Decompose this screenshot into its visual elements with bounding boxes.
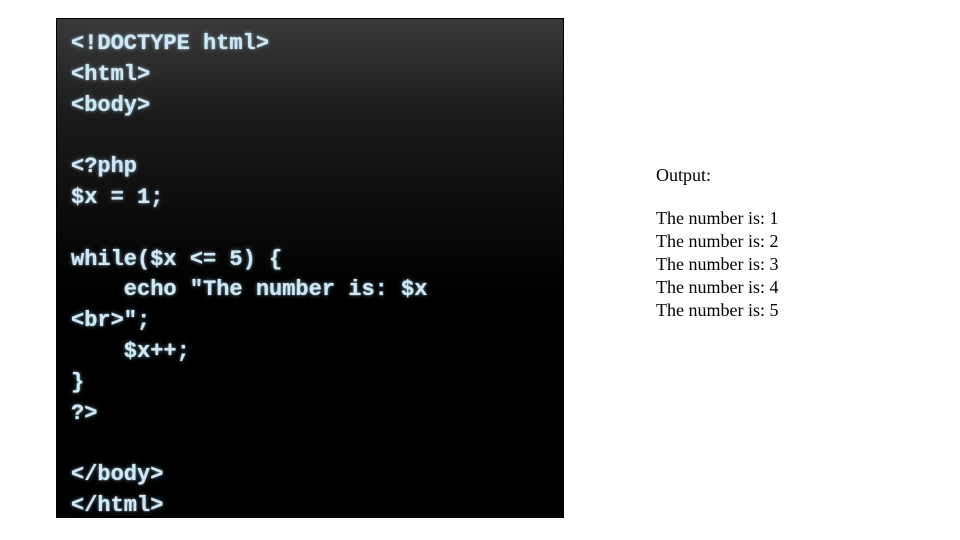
output-line: The number is: 3 (656, 253, 916, 276)
code-panel: <!DOCTYPE html> <html> <body> <?php $x =… (56, 18, 564, 518)
output-title: Output: (656, 164, 916, 187)
output-line: The number is: 5 (656, 299, 916, 322)
output-panel: Output: The number is: 1 The number is: … (656, 164, 916, 322)
output-line: The number is: 1 (656, 207, 916, 230)
output-line: The number is: 4 (656, 276, 916, 299)
output-line: The number is: 2 (656, 230, 916, 253)
